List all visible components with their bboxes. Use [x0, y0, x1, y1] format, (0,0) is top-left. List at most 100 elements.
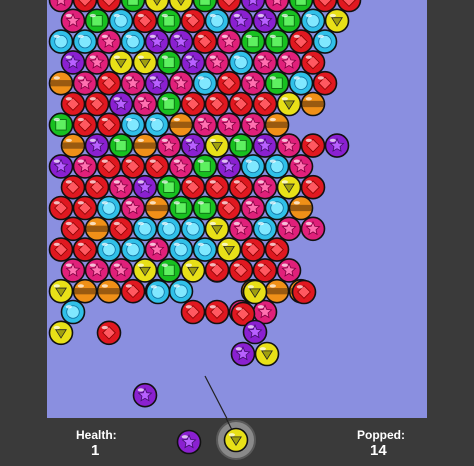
- magenta-star-bubble: [228, 216, 254, 242]
- yellow-triangle-bubble: [132, 50, 158, 75]
- red-gem-bubble: [144, 154, 170, 179]
- shooter-area[interactable]: [0, 418, 474, 466]
- magenta-star-bubble: [252, 174, 278, 200]
- red-gem-bubble: [84, 91, 110, 117]
- red-gem-bubble: [192, 29, 218, 54]
- red-gem-bubble: [204, 91, 230, 117]
- magenta-star-bubble: [240, 195, 266, 221]
- red-gem-bubble: [300, 133, 326, 158]
- popped-value: 14: [370, 442, 387, 459]
- red-gem-bubble: [180, 8, 206, 34]
- yellow-triangle-bubble: [276, 91, 302, 117]
- yellow-triangle-bubble: [204, 216, 230, 242]
- purple-star-bubble: [324, 133, 350, 158]
- blue-circle-bubble: [204, 8, 230, 34]
- yellow-triangle-bubble: [132, 258, 158, 283]
- green-square-bubble: [264, 70, 290, 96]
- blue-circle-bubble: [144, 112, 170, 138]
- blue-circle-bubble: [96, 195, 122, 221]
- red-gem-bubble: [228, 258, 254, 283]
- blue-circle-bubble: [264, 195, 290, 221]
- red-gem-bubble: [180, 91, 206, 117]
- green-square-bubble: [156, 174, 182, 200]
- magenta-star-bubble: [276, 133, 302, 158]
- magenta-star-bubble: [108, 258, 134, 283]
- purple-star-bubble: [216, 154, 242, 179]
- orange-stripe-bubble: [300, 91, 326, 117]
- magenta-star-bubble: [204, 50, 230, 75]
- playfield[interactable]: [47, 0, 427, 418]
- magenta-star-bubble: [144, 237, 170, 262]
- magenta-star-bubble: [240, 70, 266, 96]
- red-gem-bubble: [264, 237, 290, 262]
- blue-circle-bubble: [168, 237, 194, 262]
- blue-circle-bubble: [264, 154, 290, 179]
- purple-star-bubble: [252, 133, 278, 158]
- green-square-bubble: [156, 91, 182, 117]
- green-square-bubble: [108, 133, 134, 158]
- purple-star-bubble: [228, 8, 254, 34]
- red-gem-bubble: [204, 257, 230, 283]
- green-square-bubble: [192, 195, 218, 221]
- red-gem-bubble: [72, 112, 98, 138]
- orange-stripe-bubble: [264, 112, 290, 138]
- red-gem-bubble: [204, 174, 230, 200]
- blue-circle-bubble: [72, 29, 98, 54]
- green-square-bubble: [192, 154, 218, 179]
- green-square-bubble: [228, 133, 254, 158]
- current-bubble: [223, 427, 249, 453]
- blue-circle-bubble: [312, 29, 338, 54]
- red-gem-bubble: [216, 70, 242, 96]
- magenta-star-bubble: [216, 29, 242, 54]
- magenta-star-bubble: [156, 133, 182, 158]
- red-gem-bubble: [312, 70, 338, 96]
- orange-stripe-bubble: [48, 70, 74, 96]
- orange-stripe-bubble: [60, 133, 86, 158]
- purple-star-bubble: [252, 8, 278, 34]
- red-gem-bubble: [120, 278, 146, 304]
- blue-circle-bubble: [96, 237, 122, 262]
- red-gem-bubble: [108, 216, 134, 242]
- purple-star-bubble: [180, 133, 206, 158]
- blue-circle-bubble: [120, 29, 146, 54]
- hud-bar: Health: 1 Popped: 14: [0, 418, 474, 466]
- magenta-star-bubble: [96, 29, 122, 54]
- red-gem-bubble: [252, 258, 278, 283]
- blue-circle-bubble: [120, 112, 146, 138]
- red-gem-bubble: [48, 195, 74, 221]
- red-gem-bubble: [132, 8, 158, 34]
- purple-star-bubble: [144, 70, 170, 96]
- red-gem-bubble: [240, 237, 266, 262]
- game-frame: Health: 1 Popped: 14: [0, 0, 474, 466]
- green-square-bubble: [276, 8, 302, 34]
- blue-circle-bubble: [192, 70, 218, 96]
- red-gem-bubble: [204, 299, 230, 325]
- purple-star-bubble: [230, 341, 256, 367]
- orange-stripe-bubble: [72, 278, 98, 304]
- purple-star-bubble: [132, 382, 158, 408]
- magenta-star-bubble: [168, 154, 194, 179]
- purple-star-bubble: [180, 50, 206, 75]
- magenta-star-bubble: [60, 258, 86, 283]
- magenta-star-bubble: [252, 50, 278, 75]
- blue-circle-bubble: [48, 29, 74, 54]
- red-gem-bubble: [48, 237, 74, 262]
- red-gem-bubble: [180, 174, 206, 200]
- red-gem-bubble: [228, 174, 254, 200]
- magenta-star-bubble: [120, 70, 146, 96]
- purple-star-bubble: [108, 91, 134, 117]
- magenta-star-bubble: [276, 216, 302, 242]
- blue-circle-bubble: [228, 50, 254, 75]
- green-square-bubble: [240, 29, 266, 54]
- red-gem-bubble: [291, 279, 317, 305]
- green-square-bubble: [48, 112, 74, 138]
- green-square-bubble: [156, 50, 182, 75]
- red-gem-bubble: [228, 91, 254, 117]
- yellow-triangle-bubble: [276, 174, 302, 200]
- magenta-star-bubble: [288, 154, 314, 179]
- magenta-star-bubble: [84, 258, 110, 283]
- next-bubble: [176, 429, 202, 455]
- purple-star-bubble: [60, 50, 86, 75]
- red-gem-bubble: [96, 320, 122, 346]
- yellow-triangle-bubble: [242, 279, 268, 305]
